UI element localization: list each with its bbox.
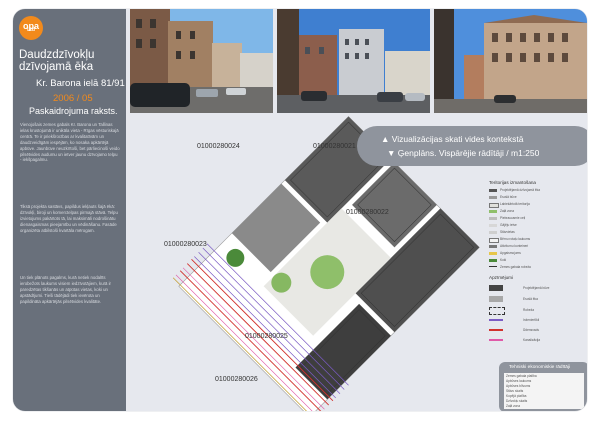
legend-swatch — [489, 252, 497, 255]
project-title: Daudzdzīvokļu dzīvojamā ēka — [19, 49, 95, 73]
project-date: 2006 / 05 — [53, 93, 93, 104]
legend-swatch — [489, 319, 503, 321]
plot-label-1: 01000280024 — [197, 143, 240, 150]
legend-item: Ūdensvads — [523, 328, 539, 332]
legend-item: Inženiertīkli — [523, 318, 540, 322]
banner-line-1: ▲ Vizualizācijas skati vides kontekstā — [381, 134, 524, 144]
plot-label-4: 01000280023 — [164, 241, 207, 248]
stats-row: Kopējā platība — [506, 394, 527, 398]
stats-row: Stāvu skaits — [506, 389, 524, 393]
project-address: Kr. Barona ielā 81/91 — [36, 78, 125, 89]
opa-logo: opa Ltd — [19, 16, 43, 40]
legend-swatch — [489, 203, 499, 208]
stats-title: Tehniski ekonomiskie rādītāji — [509, 365, 571, 370]
context-photos — [130, 9, 587, 113]
legend-item: Atkritumu konteineri — [500, 244, 529, 248]
legend-swatch — [489, 259, 497, 262]
stats-row: Zemes gabala platība — [506, 374, 537, 378]
stats-row: Dzīvokļu skaits — [506, 399, 528, 403]
legend-title-1: Teritorijas izmantošana — [489, 180, 536, 185]
presentation-board: opa Ltd Daudzdzīvokļu dzīvojamā ēka Kr. … — [13, 9, 587, 411]
legend-swatch — [489, 231, 497, 234]
plot-label-2: 01000280021 — [313, 143, 356, 150]
street-photo-1 — [130, 9, 273, 113]
plot-label-5: 01000280025 — [245, 333, 288, 340]
plot-label-3: 01000280022 — [346, 209, 389, 216]
banner-line-2: ▼ Ģenplāns. Vispārējie rādītāji / m1:250 — [387, 148, 540, 158]
stats-row: Zaļā zona — [506, 404, 520, 408]
legend-swatch — [489, 238, 499, 243]
legend-swatch — [489, 196, 497, 199]
legend-item: Piebraucamie ceļi — [500, 216, 526, 220]
street-photo-2 — [277, 9, 430, 113]
legend-swatch — [489, 307, 505, 315]
section-subtitle: Paskaidrojuma raksts. — [29, 106, 118, 116]
legend-item: Esošā būve — [500, 195, 517, 199]
legend-swatch — [489, 296, 503, 302]
stats-row: Apbūves blīvums — [506, 384, 531, 388]
legend-item: Zaļā zona — [500, 209, 514, 213]
legend-swatch — [489, 339, 503, 341]
legend-item: Labiekārtotā teritorija — [500, 202, 530, 206]
technical-indicators-table: Tehniski ekonomiskie rādītāji Zemes gaba… — [499, 362, 587, 411]
logo-subtext: Ltd — [27, 27, 35, 33]
legend-swatch — [489, 245, 497, 248]
description-paragraph-1: Vienojošais zemes gabals Kr. Barona un T… — [20, 122, 120, 163]
legend-item: Zemes gabala robeža — [500, 265, 531, 269]
legend-swatch — [489, 285, 503, 291]
legend-swatch — [489, 210, 497, 213]
description-paragraph-3: Un tiek plānots pagalms, kurā netiek nod… — [20, 275, 111, 304]
legend-swatch — [489, 189, 497, 192]
legend-swatch — [489, 329, 503, 331]
legend-swatch — [489, 217, 497, 220]
description-paragraph-2: Tiksā projekta sastāvs, papildus iekļaut… — [20, 204, 118, 233]
stats-row: Apbūves laukums — [506, 379, 532, 383]
legend-swatch — [489, 266, 497, 267]
plan-title-banner: ▲ Vizualizācijas skati vides kontekstā ▼… — [357, 126, 587, 166]
legend-swatch — [489, 224, 497, 227]
sidebar: opa Ltd Daudzdzīvokļu dzīvojamā ēka Kr. … — [13, 9, 126, 411]
legend-item: Projektējamā būve — [523, 286, 550, 290]
legend-item: Gājēju ietve — [500, 223, 517, 227]
street-photo-3 — [434, 9, 587, 113]
legend-title-2: Apzīmējumi — [489, 275, 513, 280]
legend-item: Stāvvietas — [500, 230, 515, 234]
legend-item: Koki — [500, 258, 507, 262]
legend-item: Projektējamā dzīvojamā ēka — [500, 188, 541, 192]
legend-item: Apgaismojums — [500, 251, 521, 255]
legend-item: Robeža — [523, 308, 534, 312]
legend-item: Esošā ēka — [523, 297, 538, 301]
legend-item: Kanalizācija — [523, 338, 541, 342]
legend-item: Bērnu rotaļu laukums — [500, 237, 531, 241]
plot-label-6: 01000280026 — [215, 376, 258, 383]
